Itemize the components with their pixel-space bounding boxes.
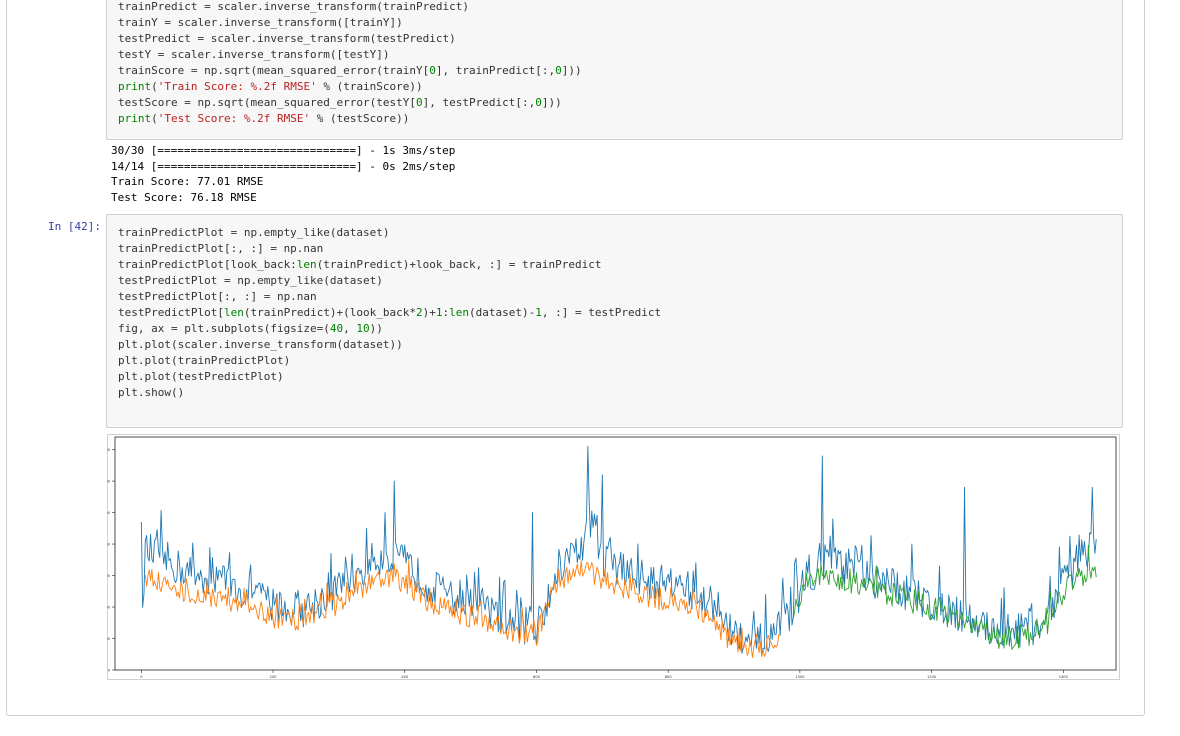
output-line-2: 14/14 [==============================] -… (111, 159, 456, 173)
cell1-line-7: testScore = np.sqrt(mean_squared_error(t… (118, 96, 562, 109)
cell2-line-3: trainPredictPlot[look_back:len(trainPred… (118, 258, 602, 271)
cell2-line-7: fig, ax = plt.subplots(figsize=(40, 10)) (118, 322, 383, 335)
cell1-line-3: testPredict = scaler.inverse_transform(t… (118, 32, 456, 45)
code-cell-1[interactable]: trainPredict = scaler.inverse_transform(… (106, 0, 1123, 140)
cell2-line-11: plt.show() (118, 386, 185, 399)
x-tick-label: 400 (401, 675, 409, 679)
code-cell-2[interactable]: trainPredictPlot = np.empty_like(dataset… (106, 214, 1123, 428)
cell2-line-2: trainPredictPlot[:, :] = np.nan (118, 242, 324, 255)
cell1-line-4: testY = scaler.inverse_transform([testY]… (118, 48, 390, 61)
output-line-1: 30/30 [==============================] -… (111, 144, 456, 157)
cell2-line-8: plt.plot(scaler.inverse_transform(datase… (118, 338, 403, 351)
line-chart: 0100200300400500600700020040060080010001… (103, 434, 1120, 680)
cell2-line-6: testPredictPlot[len(trainPredict)+(look_… (118, 306, 662, 319)
plot-output: 0100200300400500600700020040060080010001… (103, 434, 1120, 680)
x-tick-label: 600 (533, 675, 541, 679)
x-tick-label: 200 (270, 675, 278, 679)
output-line-4: Test Score: 76.18 RMSE (111, 190, 257, 204)
cell2-line-5: testPredictPlot[:, :] = np.nan (118, 290, 317, 303)
x-tick-label: 1000 (795, 675, 805, 679)
cell1-line-6: print('Train Score: %.2f RMSE' % (trainS… (118, 80, 423, 93)
cell2-line-10: plt.plot(testPredictPlot) (118, 370, 284, 383)
x-tick-label: 1200 (927, 675, 937, 679)
cell1-line-8: print('Test Score: %.2f RMSE' % (testSco… (118, 112, 410, 125)
cell-2-prompt: In [42]: (48, 220, 101, 233)
cell1-line-5: trainScore = np.sqrt(mean_squared_error(… (118, 64, 582, 77)
cell1-line-2: trainY = scaler.inverse_transform([train… (118, 16, 403, 29)
cell2-line-9: plt.plot(trainPredictPlot) (118, 354, 291, 367)
x-tick-label: 800 (665, 675, 673, 679)
cell2-line-1: trainPredictPlot = np.empty_like(dataset… (118, 226, 390, 239)
x-tick-label: 1400 (1059, 675, 1069, 679)
output-line-3: Train Score: 77.01 RMSE (111, 175, 264, 188)
cell1-line-1: trainPredict = scaler.inverse_transform(… (118, 0, 469, 13)
cell2-line-4: testPredictPlot = np.empty_like(dataset) (118, 274, 383, 287)
